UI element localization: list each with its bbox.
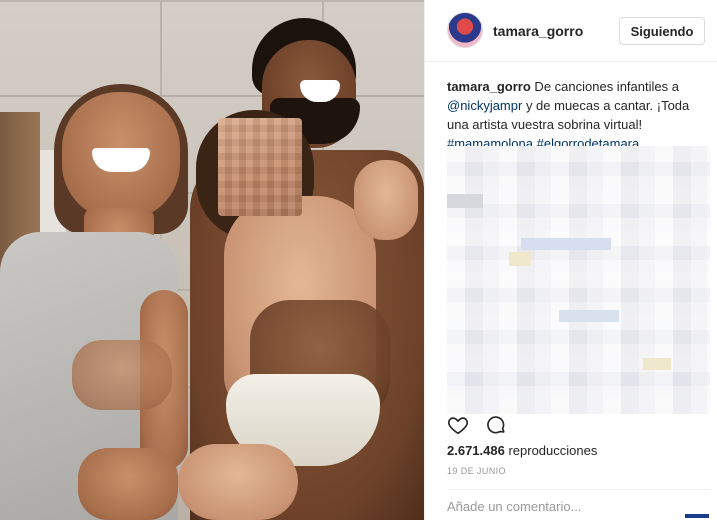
views-count: 2.671.486 reproducciones [447, 443, 597, 458]
add-comment-input[interactable] [447, 499, 677, 514]
post-date: 19 DE JUNIO [447, 466, 506, 476]
caption-text-1: De canciones infantiles a [530, 79, 679, 94]
caption-mention[interactable]: @nickyjampr [447, 98, 522, 113]
views-label: reproducciones [504, 443, 598, 458]
woman-smile [92, 148, 150, 172]
baby-face-pixelated [218, 118, 302, 216]
post-video[interactable] [0, 0, 424, 520]
post-header: tamara_gorro Siguiendo [425, 0, 717, 62]
views-number: 2.671.486 [447, 443, 505, 458]
post-caption: tamara_gorro De canciones infantiles a @… [447, 77, 707, 153]
baby-arm [354, 160, 418, 240]
add-comment-section [447, 489, 710, 520]
following-button[interactable]: Siguiendo [619, 17, 705, 45]
comments-pixelated [447, 146, 710, 414]
caption-username[interactable]: tamara_gorro [447, 79, 531, 94]
woman-hand [72, 340, 172, 410]
post-panel: tamara_gorro Siguiendo tamara_gorro De c… [424, 0, 717, 520]
baby-leg [178, 444, 298, 520]
woman-lower-hand [78, 448, 178, 520]
heart-icon[interactable] [447, 414, 469, 436]
instagram-post: tamara_gorro Siguiendo tamara_gorro De c… [0, 0, 717, 520]
profile-avatar[interactable] [447, 12, 483, 48]
comment-bubble-icon[interactable] [485, 414, 507, 436]
pixelated-comments-area [447, 146, 710, 414]
header-username[interactable]: tamara_gorro [493, 23, 583, 39]
scroll-indicator [685, 514, 709, 518]
post-actions [447, 414, 507, 436]
